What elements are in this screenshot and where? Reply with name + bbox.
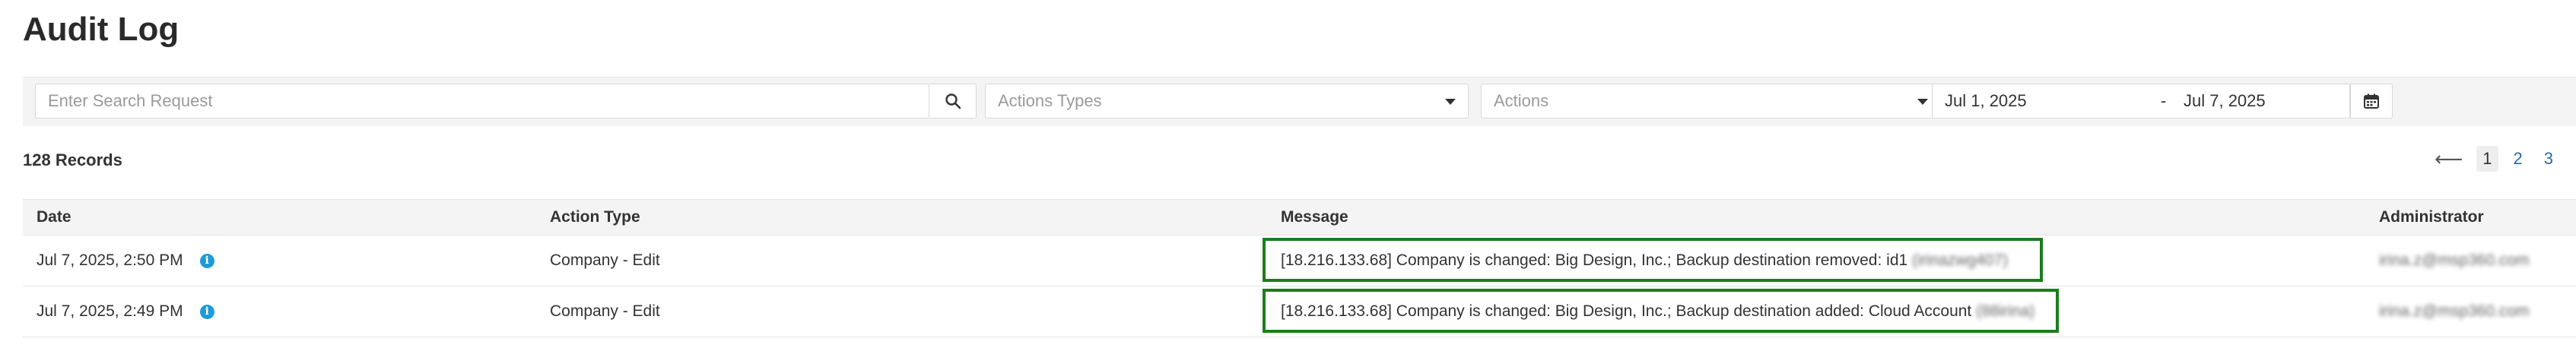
- date-range-input[interactable]: Jul 1, 2025 - Jul 7, 2025: [1932, 84, 2350, 119]
- search-icon: [945, 93, 961, 109]
- search-input[interactable]: Enter Search Request: [35, 84, 929, 119]
- info-icon[interactable]: i: [199, 253, 214, 268]
- table-header: Date Action Type Message Administrator: [23, 199, 2576, 236]
- actions-placeholder: Actions: [1494, 91, 1549, 110]
- column-header-action-type[interactable]: Action Type: [550, 200, 640, 235]
- row-administrator: irina.z@msp360.com: [2379, 302, 2530, 320]
- records-count: 128 Records: [23, 150, 122, 169]
- column-header-administrator[interactable]: Administrator: [2379, 200, 2484, 235]
- chevron-down-icon: [1445, 99, 1456, 105]
- row-date: Jul 7, 2025, 2:50 PM i: [37, 236, 214, 286]
- table-row[interactable]: Jul 7, 2025, 2:50 PM i Company - Edit [18…: [23, 236, 2576, 286]
- date-to[interactable]: Jul 7, 2025: [2184, 84, 2266, 118]
- actions-select[interactable]: Actions: [1481, 84, 1941, 119]
- column-header-date[interactable]: Date: [37, 200, 71, 235]
- calendar-icon: [2364, 93, 2379, 109]
- page-2[interactable]: 2: [2508, 146, 2529, 172]
- page-3[interactable]: 3: [2538, 146, 2559, 172]
- page-title: Audit Log: [23, 11, 179, 48]
- row-action-type: Company - Edit: [550, 252, 660, 269]
- date-from[interactable]: Jul 1, 2025: [1945, 84, 2027, 118]
- row-action-type: Company - Edit: [550, 302, 660, 320]
- search-button[interactable]: [929, 84, 977, 119]
- row-message: [18.216.133.68] Company is changed: Big …: [1281, 302, 2035, 320]
- date-separator: -: [2161, 91, 2167, 110]
- page-1[interactable]: 1: [2476, 146, 2498, 172]
- row-message: [18.216.133.68] Company is changed: Big …: [1281, 252, 2009, 269]
- info-icon[interactable]: i: [199, 304, 214, 319]
- redacted-text: (irinazwg407): [1912, 252, 2009, 269]
- table-row[interactable]: Jul 7, 2025, 2:49 PM i Company - Edit [18…: [23, 286, 2576, 337]
- calendar-button[interactable]: [2350, 84, 2393, 119]
- row-date: Jul 7, 2025, 2:49 PM i: [37, 286, 214, 337]
- pagination: ⟵ 1 2 3: [2435, 146, 2559, 172]
- row-administrator: irina.z@msp360.com: [2379, 252, 2530, 269]
- column-header-message[interactable]: Message: [1281, 200, 1348, 235]
- pagination-prev-arrow-icon[interactable]: ⟵: [2435, 147, 2463, 171]
- redacted-text: (88irina): [1976, 302, 2035, 320]
- chevron-down-icon: [1917, 99, 1928, 105]
- search-placeholder: Enter Search Request: [48, 91, 213, 110]
- filter-bar: Enter Search Request Actions Types Actio…: [23, 77, 2576, 126]
- action-types-placeholder: Actions Types: [998, 91, 1102, 110]
- audit-log-table: Date Action Type Message Administrator J…: [23, 199, 2576, 337]
- action-types-select[interactable]: Actions Types: [985, 84, 1469, 119]
